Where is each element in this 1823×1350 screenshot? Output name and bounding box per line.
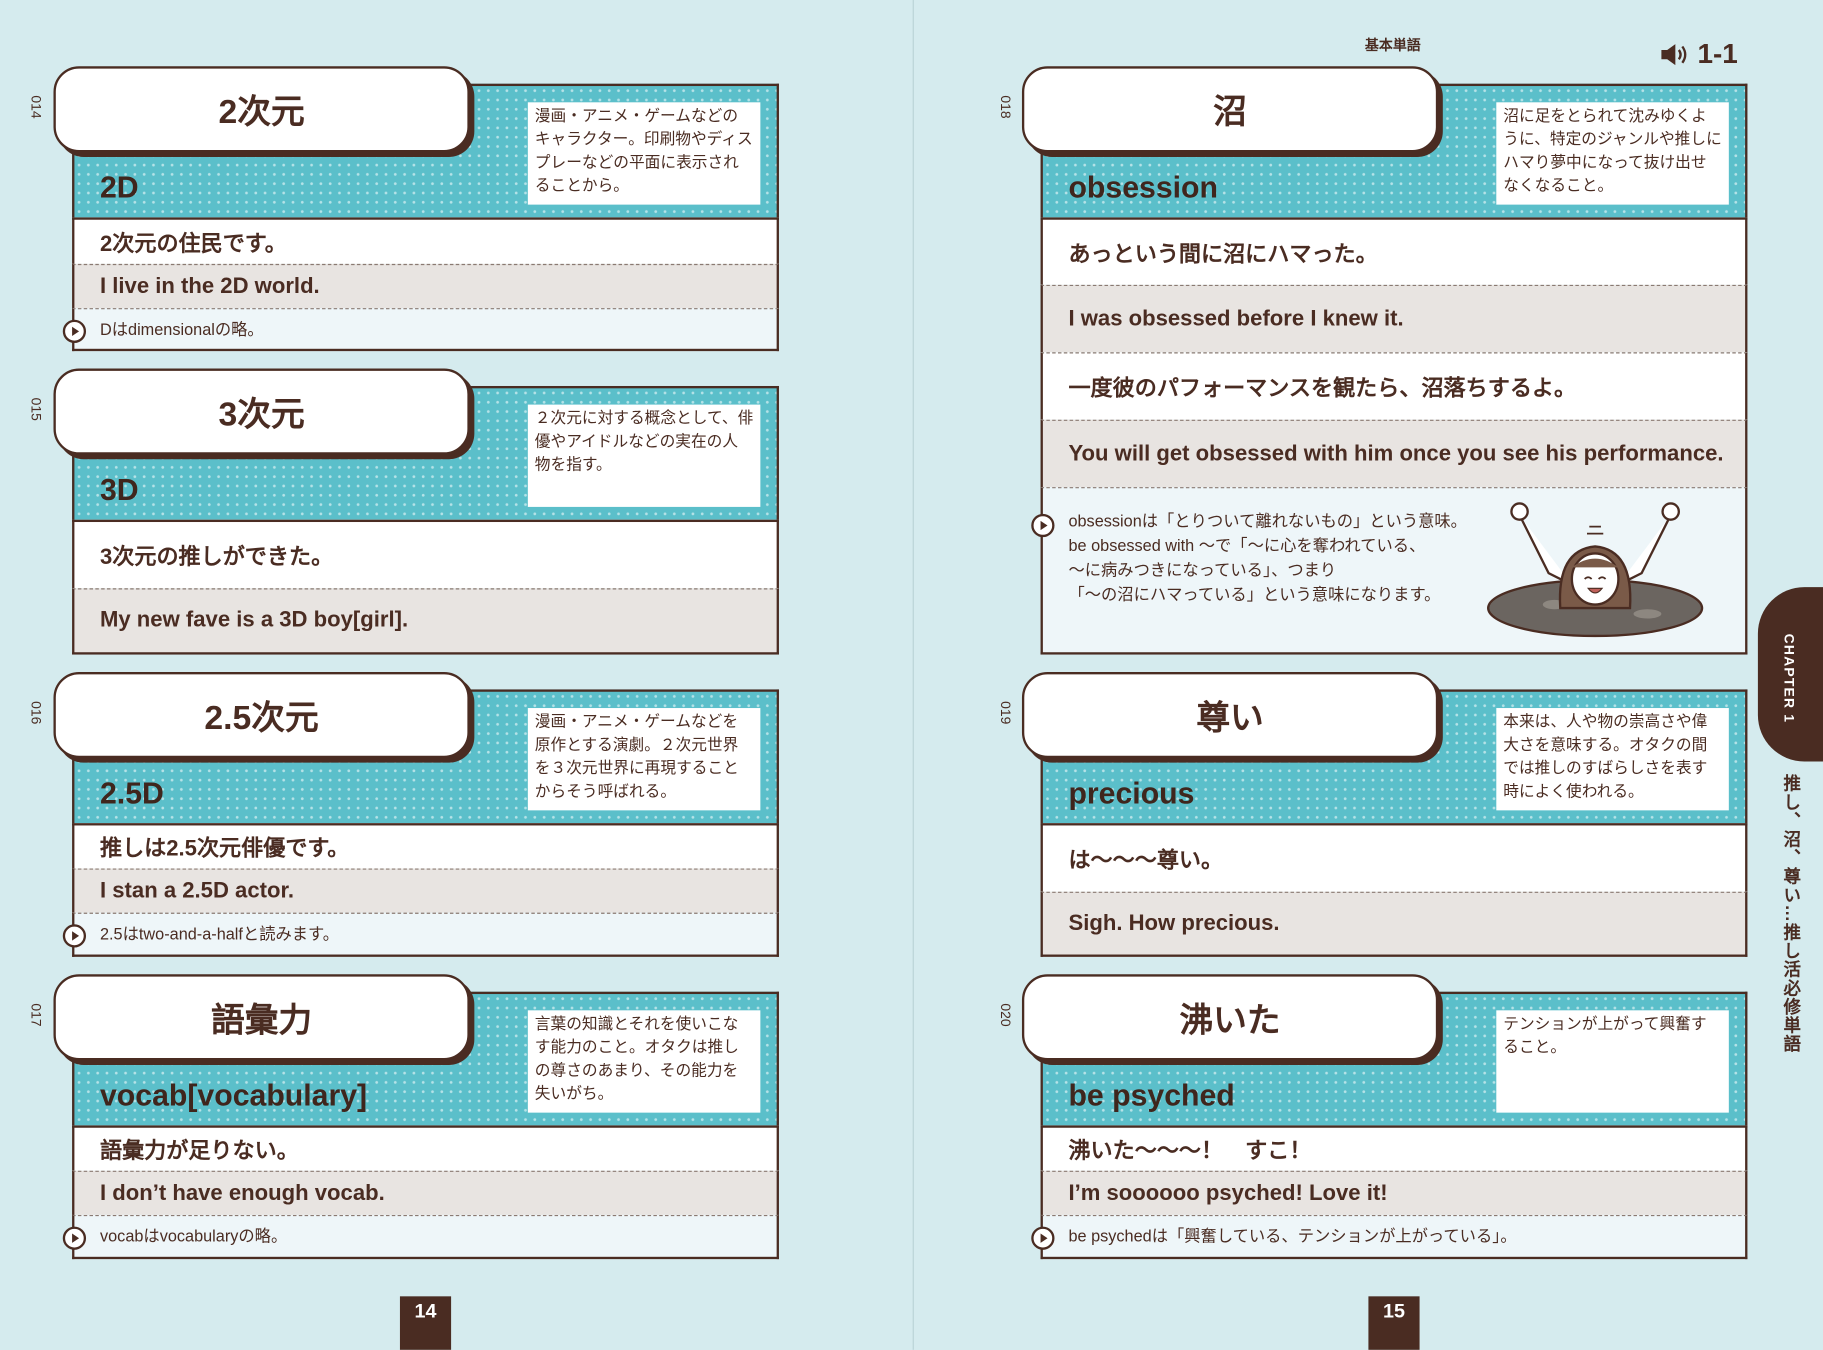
definition: 漫画・アニメ・ゲームなどのキャラクター。印刷物やディスプレーなどの平面に表示され… xyxy=(528,102,761,204)
example-japanese: 一度彼のパフォーマンスを観たら、沼落ちするよ。 xyxy=(1041,352,1748,419)
example-japanese: 語彙力が足りない。 xyxy=(72,1125,779,1170)
vocab-card: 3次元3D２次元に対する概念として、俳優やアイドルなどの実在の人物を指す。3次元… xyxy=(72,386,779,655)
english-term: 3D xyxy=(100,472,139,508)
english-term: 2D xyxy=(100,170,139,206)
vocab-card: 沼obsession沼に足をとられて沈みゆくように、特定のジャンルや推しにハマり… xyxy=(1041,84,1748,655)
play-audio-icon[interactable] xyxy=(1031,514,1054,537)
term-heading: 沼 xyxy=(1022,66,1438,152)
chapter-label: CHAPTER 1 xyxy=(1781,634,1797,724)
english-term: 2.5D xyxy=(100,775,164,811)
girl-in-swamp-illustration xyxy=(1485,498,1706,650)
example-japanese: 3次元の推しができた。 xyxy=(72,520,779,589)
example-english: I’m soooooo psyched! Love it! xyxy=(1041,1171,1748,1215)
row-text: 3次元の推しができた。 xyxy=(100,539,333,570)
definition: 漫画・アニメ・ゲームなどを原作とする演劇。２次元世界を３次元世界に再現することか… xyxy=(528,708,761,810)
section-category: 基本単語 xyxy=(1365,35,1421,55)
example-japanese: は～～～尊い。 xyxy=(1041,823,1748,892)
example-english: My new fave is a 3D boy[girl]. xyxy=(72,588,779,654)
row-text: 語彙力が足りない。 xyxy=(100,1134,299,1165)
chapter-title: 推し、沼、尊い…推し活必修単語 xyxy=(1779,774,1803,1053)
example-japanese: あっという間に沼にハマった。 xyxy=(1041,217,1748,284)
english-term: be psyched xyxy=(1068,1078,1234,1114)
entry-number: 015 xyxy=(28,398,44,421)
vocab-card: 語彙力vocab[vocabulary]言葉の知識とそれを使いこなす能力のこと。… xyxy=(72,992,779,1259)
example-japanese: 推しは2.5次元俳優です。 xyxy=(72,823,779,868)
row-text: You will get obsessed with him once you … xyxy=(1068,441,1723,467)
definition: テンションが上がって興奮すること。 xyxy=(1496,1010,1729,1112)
row-text: Sigh. How precious. xyxy=(1068,911,1279,937)
entry-number: 019 xyxy=(998,701,1014,724)
vocab-card: 2次元2D漫画・アニメ・ゲームなどのキャラクター。印刷物やディスプレーなどの平面… xyxy=(72,84,779,351)
english-term: obsession xyxy=(1068,170,1218,206)
term-heading: 3次元 xyxy=(53,369,469,455)
entry-number: 018 xyxy=(998,95,1014,118)
row-text: I stan a 2.5D actor. xyxy=(100,878,294,904)
row-text: My new fave is a 3D boy[girl]. xyxy=(100,608,408,634)
row-text: be psychedは「興奮している、テンションが上がっている」。 xyxy=(1068,1224,1516,1248)
row-text: 2.5はtwo-and-a-halfと読みます。 xyxy=(100,922,339,946)
audio-track[interactable]: 1-1 xyxy=(1660,38,1738,71)
term-heading: 尊い xyxy=(1022,672,1438,758)
usage-note: obsessionは「とりついて離れないもの」という意味。 be obsesse… xyxy=(1041,487,1748,654)
example-english: I stan a 2.5D actor. xyxy=(72,868,779,912)
english-term: precious xyxy=(1068,775,1194,811)
example-english: I don’t have enough vocab. xyxy=(72,1171,779,1215)
vocab-card: 2.5次元2.5D漫画・アニメ・ゲームなどを原作とする演劇。２次元世界を３次元世… xyxy=(72,689,779,956)
english-term: vocab[vocabulary] xyxy=(100,1078,367,1114)
usage-note: be psychedは「興奮している、テンションが上がっている」。 xyxy=(1041,1215,1748,1259)
row-text: I don’t have enough vocab. xyxy=(100,1181,385,1207)
row-text: Dはdimensionalの略。 xyxy=(100,317,264,341)
example-japanese: 2次元の住民です。 xyxy=(72,217,779,264)
example-english: You will get obsessed with him once you … xyxy=(1041,420,1748,487)
row-text: I live in the 2D world. xyxy=(100,274,320,300)
row-text: I was obsessed before I knew it. xyxy=(1068,306,1403,332)
definition: 言葉の知識とそれを使いこなす能力のこと。オタクは推しの尊さのあまり、その能力を失… xyxy=(528,1010,761,1112)
row-text: 一度彼のパフォーマンスを観たら、沼落ちするよ。 xyxy=(1068,371,1576,402)
term-heading: 沸いた xyxy=(1022,974,1438,1060)
row-text: 推しは2.5次元俳優です。 xyxy=(100,831,349,862)
entry-number: 020 xyxy=(998,1003,1014,1026)
row-text: I’m soooooo psyched! Love it! xyxy=(1068,1181,1387,1207)
play-audio-icon[interactable] xyxy=(1031,1227,1054,1250)
row-text: あっという間に沼にハマった。 xyxy=(1068,237,1377,268)
track-number: 1-1 xyxy=(1697,38,1737,71)
book-spread: 基本単語 1-1 CHAPTER 1 推し、沼、尊い…推し活必修単語 14 15… xyxy=(0,0,1823,1350)
row-text: obsessionは「とりついて離れないもの」という意味。 be obsesse… xyxy=(1068,509,1467,607)
vocab-card: 尊いprecious本来は、人や物の崇高さや偉大さを意味する。オタクの間では推し… xyxy=(1041,689,1748,956)
row-text: vocabはvocabularyの略。 xyxy=(100,1224,287,1248)
play-audio-icon[interactable] xyxy=(63,1227,86,1250)
definition: ２次元に対する概念として、俳優やアイドルなどの実在の人物を指す。 xyxy=(528,405,761,507)
row-text: 沸いた～～～！ すこ！ xyxy=(1068,1134,1311,1165)
vocab-card: 沸いたbe psychedテンションが上がって興奮すること。沸いた～～～！ すこ… xyxy=(1041,992,1748,1259)
definition: 本来は、人や物の崇高さや偉大さを意味する。オタクの間では推しのすばらしさを表す時… xyxy=(1496,708,1729,810)
page-number-left: 14 xyxy=(400,1296,451,1349)
example-japanese: 沸いた～～～！ すこ！ xyxy=(1041,1125,1748,1170)
usage-note: 2.5はtwo-and-a-halfと読みます。 xyxy=(72,913,779,957)
page-gutter xyxy=(913,0,914,1350)
term-heading: 語彙力 xyxy=(53,974,469,1060)
row-text: は～～～尊い。 xyxy=(1068,843,1223,874)
usage-note: vocabはvocabularyの略。 xyxy=(72,1215,779,1259)
row-text: 2次元の住民です。 xyxy=(100,226,287,257)
example-english: I was obsessed before I knew it. xyxy=(1041,285,1748,352)
play-audio-icon[interactable] xyxy=(63,924,86,947)
play-audio-icon[interactable] xyxy=(63,319,86,342)
entry-number: 016 xyxy=(28,701,44,724)
example-english: Sigh. How precious. xyxy=(1041,892,1748,957)
speaker-icon xyxy=(1660,43,1690,66)
page-number-right: 15 xyxy=(1368,1296,1419,1349)
example-english: I live in the 2D world. xyxy=(72,264,779,308)
term-heading: 2次元 xyxy=(53,66,469,152)
term-heading: 2.5次元 xyxy=(53,672,469,758)
usage-note: Dはdimensionalの略。 xyxy=(72,308,779,351)
entry-number: 017 xyxy=(28,1003,44,1026)
definition: 沼に足をとられて沈みゆくように、特定のジャンルや推しにハマり夢中になって抜け出せ… xyxy=(1496,102,1729,204)
entry-number: 014 xyxy=(28,95,44,118)
